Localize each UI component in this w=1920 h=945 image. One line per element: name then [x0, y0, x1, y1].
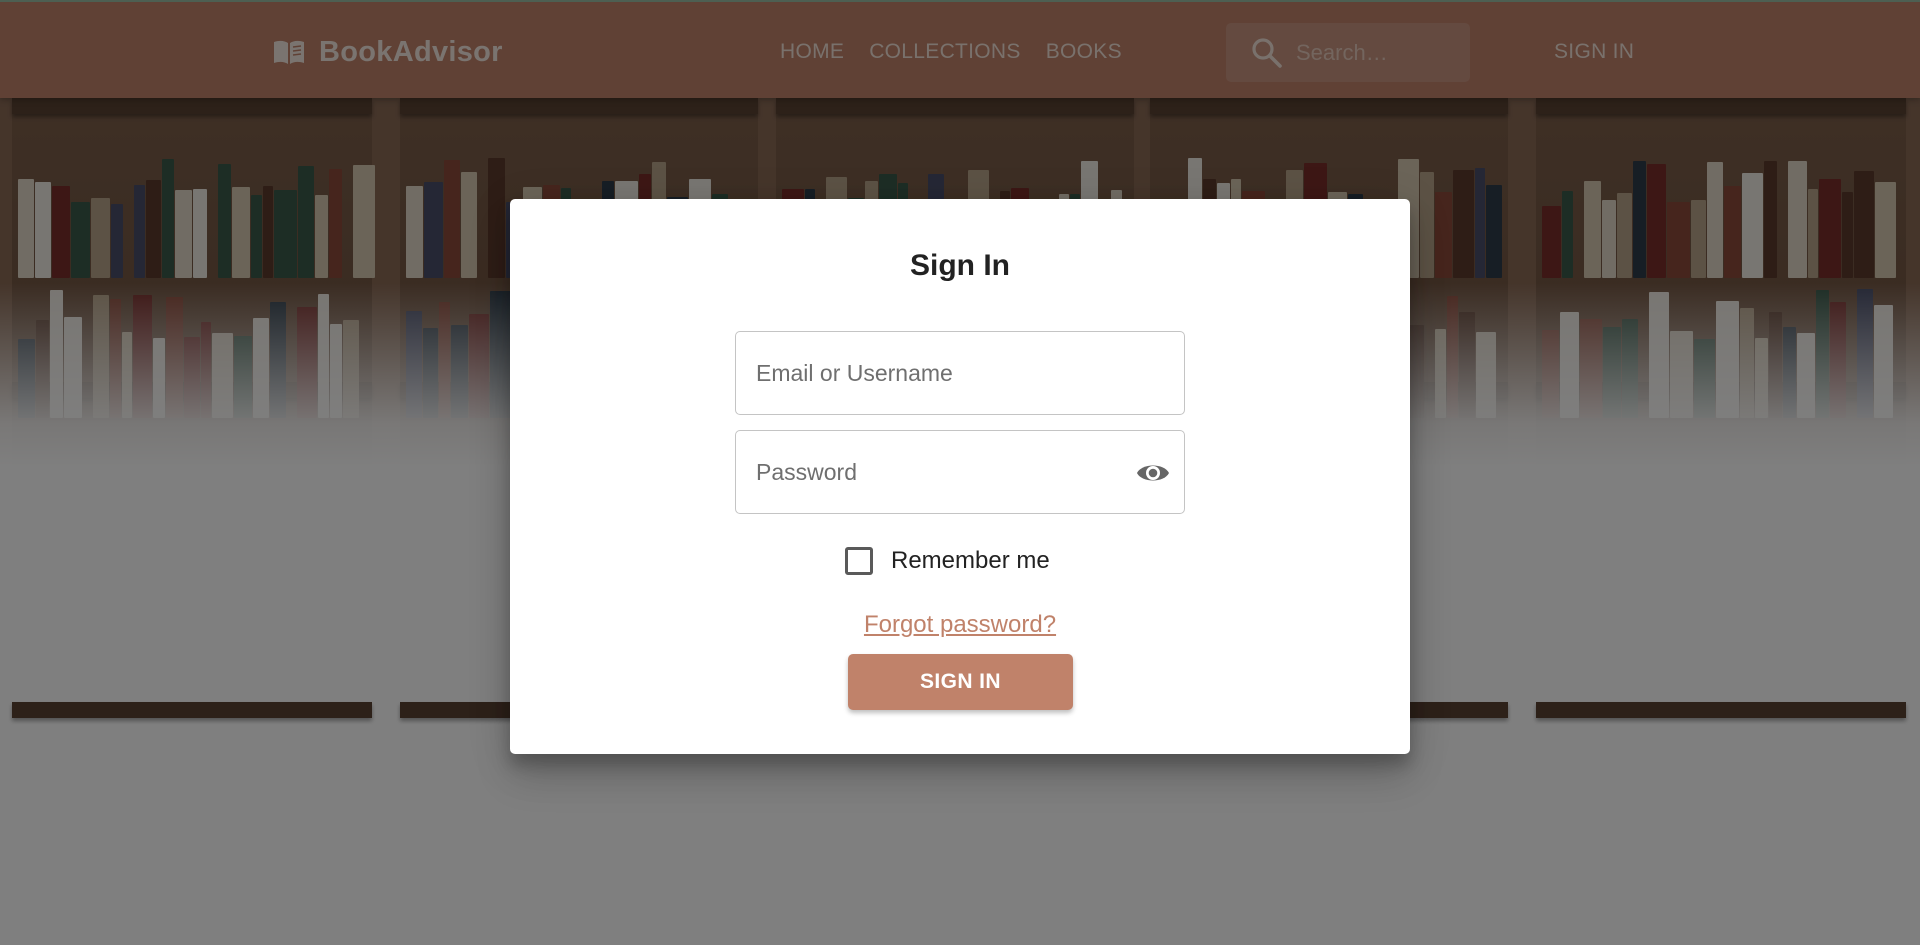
- remember-label: Remember me: [891, 547, 1050, 574]
- forgot-password-link[interactable]: Forgot password?: [864, 611, 1056, 638]
- dialog-title: Sign In: [910, 249, 1010, 282]
- password-field[interactable]: [735, 430, 1185, 514]
- signin-button[interactable]: SIGN IN: [848, 654, 1073, 710]
- email-input[interactable]: [756, 332, 1136, 414]
- email-field[interactable]: [735, 331, 1185, 415]
- remember-checkbox[interactable]: [845, 547, 873, 575]
- remember-me[interactable]: Remember me: [845, 547, 1050, 575]
- forgot-row: Forgot password?: [510, 611, 1410, 639]
- password-input[interactable]: [756, 431, 1136, 513]
- signin-dialog: Sign In Remember me Forgot password? SIG…: [510, 199, 1410, 754]
- eye-icon[interactable]: [1136, 459, 1170, 487]
